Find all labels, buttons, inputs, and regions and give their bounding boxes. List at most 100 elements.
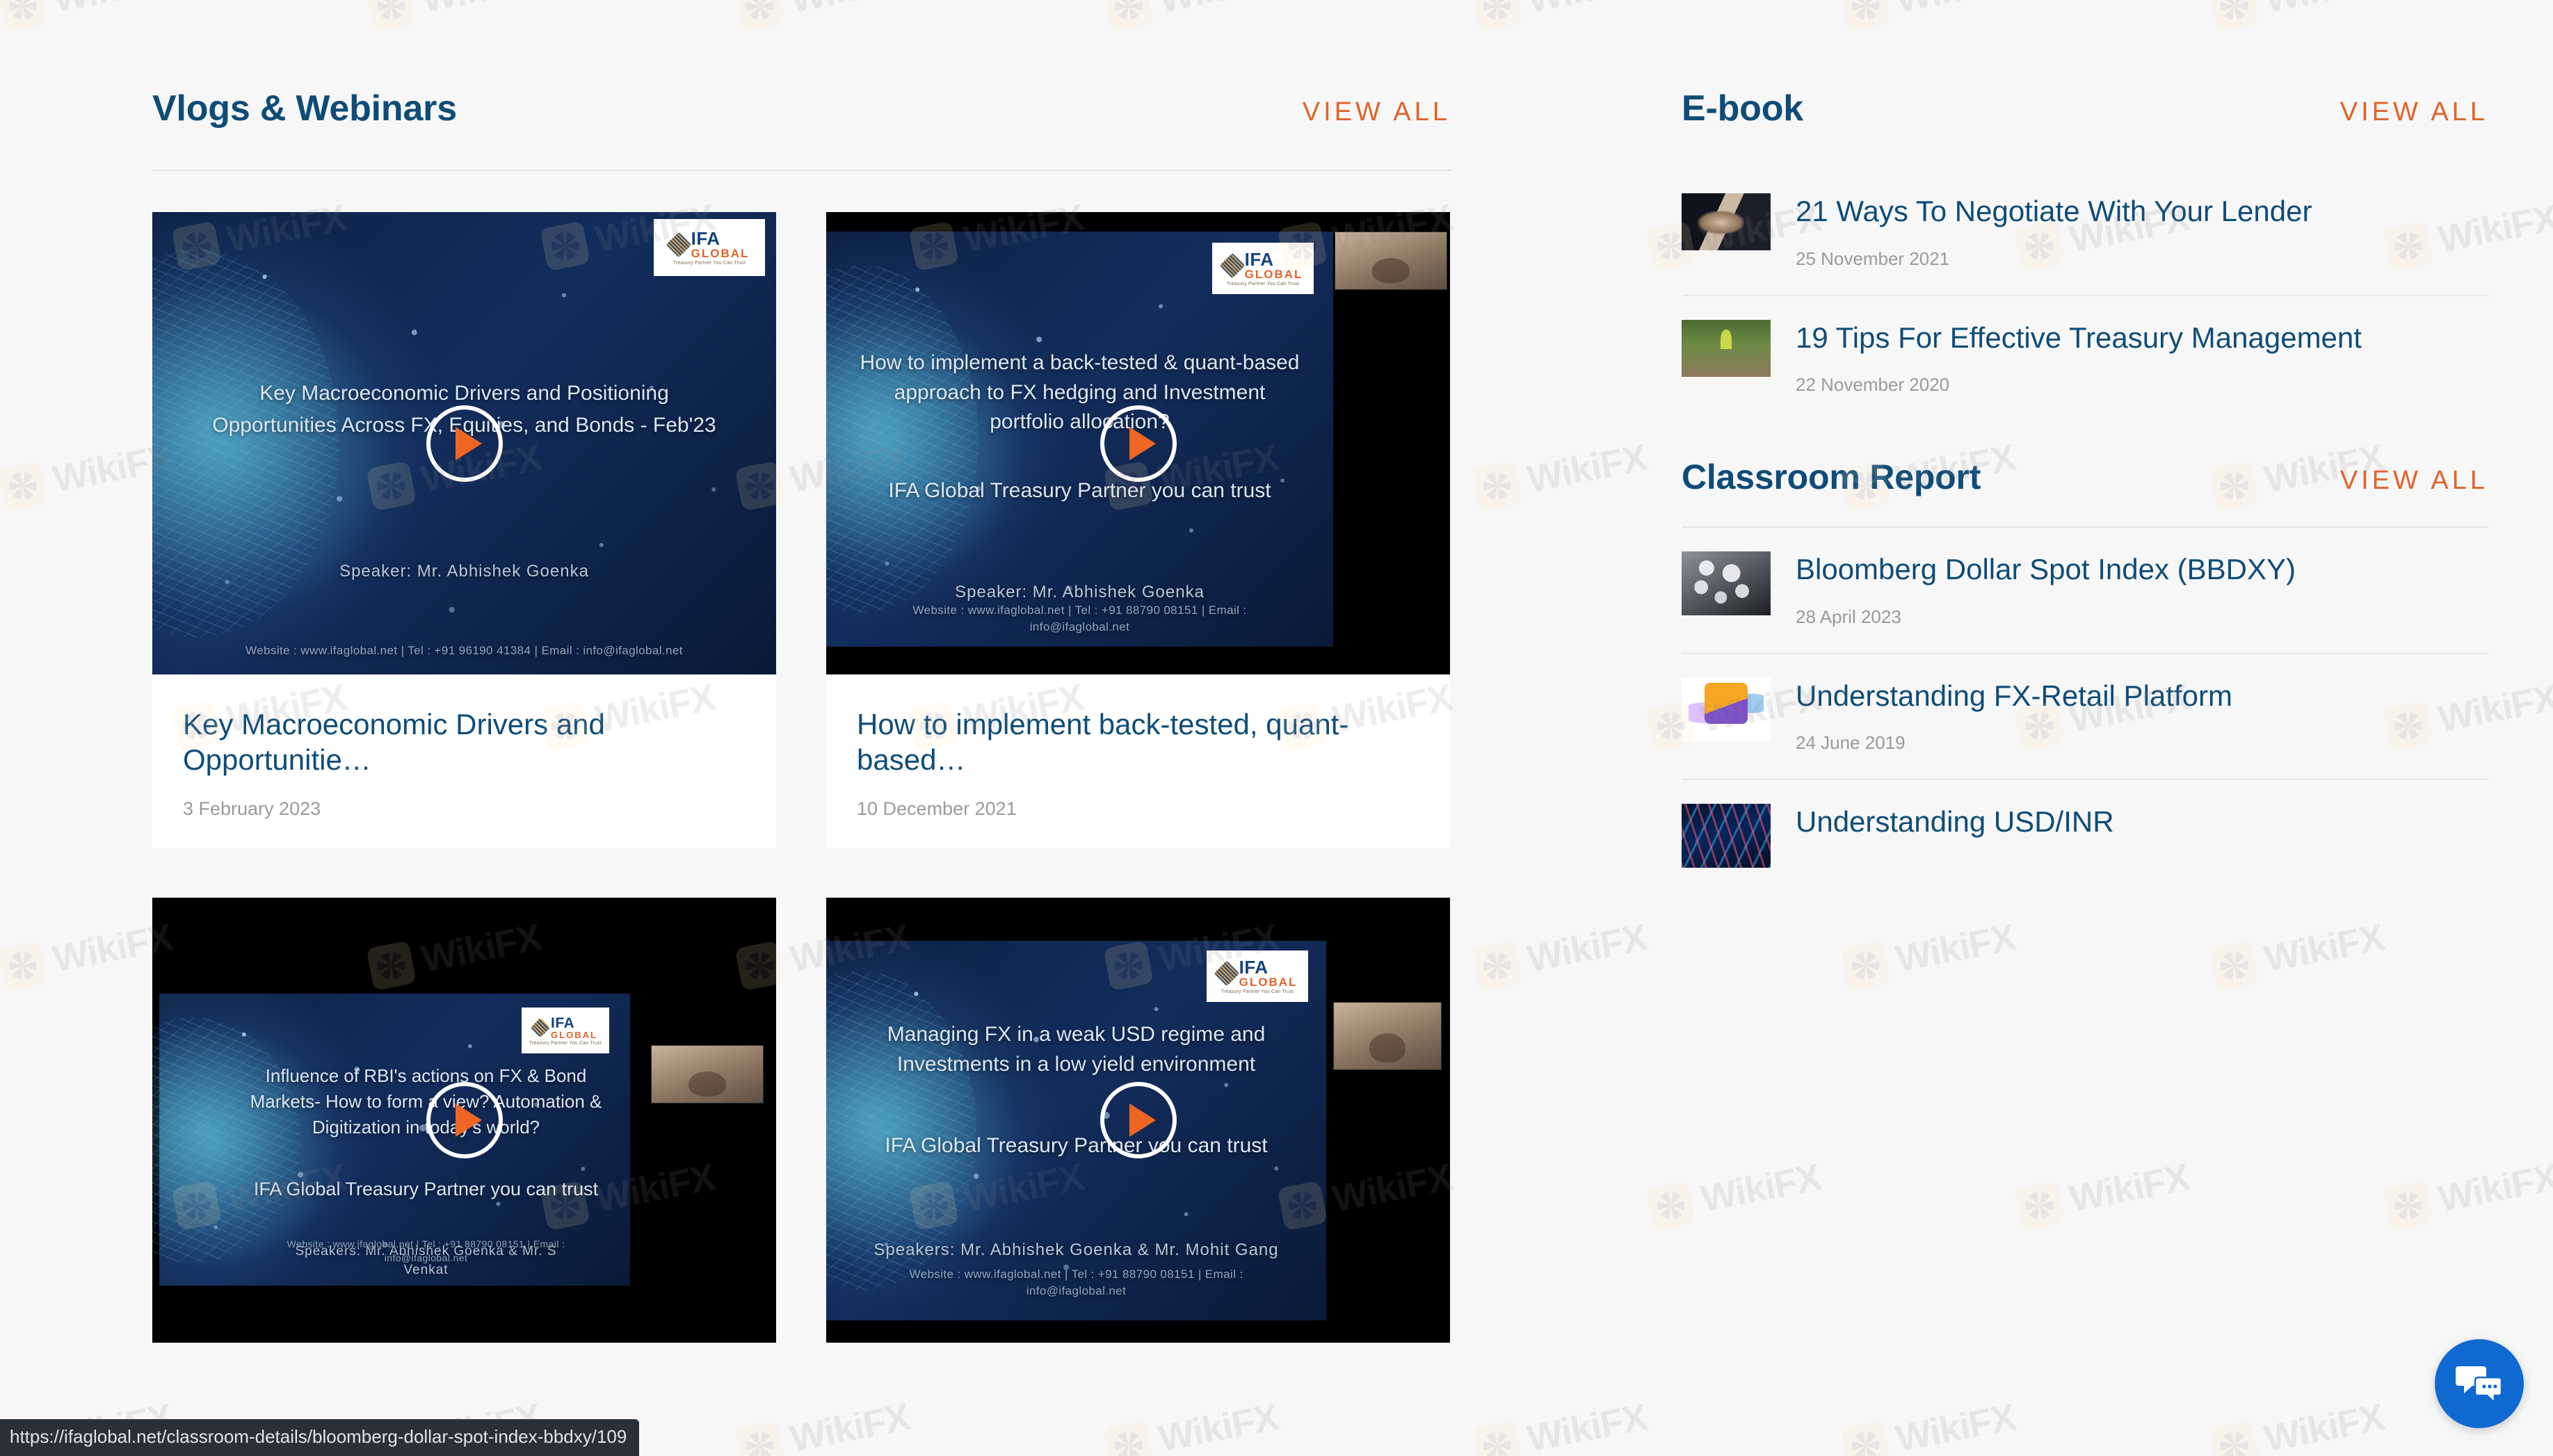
video-card[interactable]: IFA GLOBAL Treasury Partner You Can Trus…	[826, 898, 1450, 1343]
list-item-text: 19 Tips For Effective Treasury Managemen…	[1796, 320, 2488, 396]
list-item[interactable]: 19 Tips For Effective Treasury Managemen…	[1682, 296, 2488, 421]
wikifx-watermark: WikiFX	[2383, 1156, 2553, 1231]
ifa-logo-tagline: Treasury Partner You Can Trust	[1221, 989, 1294, 995]
classroom-title[interactable]: Understanding USD/INR	[1796, 804, 2488, 841]
ebook-section-title: E-book	[1682, 88, 1804, 129]
play-icon	[455, 426, 482, 460]
webcam-overlay	[651, 1045, 764, 1104]
webcam-overlay	[1333, 1002, 1442, 1071]
classroom-title[interactable]: Understanding FX-Retail Platform	[1796, 678, 2488, 715]
ifa-logo-tagline: Treasury Partner You Can Trust	[673, 261, 746, 266]
classroom-section-title: Classroom Report	[1682, 458, 1981, 496]
ebook-title[interactable]: 19 Tips For Effective Treasury Managemen…	[1796, 320, 2488, 357]
ifa-diamond-icon	[1219, 252, 1245, 278]
vlogs-section-header: Vlogs & Webinars VIEW ALL	[152, 88, 1451, 129]
play-button[interactable]	[426, 405, 503, 482]
ifa-global-logo: IFA GLOBAL Treasury Partner You Can Trus…	[1207, 951, 1308, 1003]
list-item-text: Understanding USD/INR	[1796, 804, 2488, 859]
wikifx-logo-icon	[1840, 940, 1892, 992]
classroom-date: 28 April 2023	[1796, 606, 1901, 627]
wikifx-logo-icon	[734, 1420, 786, 1456]
ifa-logo-global-text: GLOBAL	[691, 247, 750, 260]
list-item[interactable]: Understanding FX-Retail Platform 24 June…	[1682, 654, 2488, 779]
video-thumbnail[interactable]: IFA GLOBAL Treasury Partner You Can Trus…	[826, 898, 1450, 1343]
chat-bubbles-icon	[2456, 1366, 2503, 1405]
wikifx-logo-icon	[2383, 1180, 2434, 1231]
ifa-logo-global-text: GLOBAL	[551, 1029, 597, 1040]
list-item[interactable]: Understanding USD/INR	[1682, 780, 2488, 893]
wikifx-watermark-text: WikiFX	[1892, 916, 2019, 980]
classroom-section-header: Classroom Report VIEW ALL	[1682, 457, 2488, 497]
list-item-text: Bloomberg Dollar Spot Index (BBDXY) 28 A…	[1796, 551, 2488, 628]
wikifx-watermark-text: WikiFX	[787, 1396, 913, 1456]
wikifx-watermark-text: WikiFX	[1524, 1396, 1650, 1456]
wikifx-watermark: WikiFX	[0, 916, 176, 992]
video-card[interactable]: IFA GLOBAL Treasury Partner You Can Trus…	[152, 898, 776, 1343]
video-card[interactable]: IFA GLOBAL Treasury Partner You Can Trus…	[826, 212, 1450, 848]
wikifx-watermark-text: WikiFX	[1524, 436, 1650, 501]
classroom-title[interactable]: Bloomberg Dollar Spot Index (BBDXY)	[1796, 551, 2488, 588]
video-thumbnail[interactable]: IFA GLOBAL Treasury Partner You Can Trus…	[152, 212, 776, 674]
browser-status-bar-url: https://ifaglobal.net/classroom-details/…	[0, 1419, 640, 1456]
wikifx-watermark-text: WikiFX	[2261, 916, 2387, 980]
wikifx-watermark: WikiFX	[1472, 0, 1650, 32]
slide-headline: Key Macroeconomic Drivers and Positionin…	[259, 382, 669, 405]
ifa-logo-text: IFA	[1239, 957, 1269, 978]
vlogs-section-title: Vlogs & Webinars	[152, 88, 457, 129]
ebook-date: 25 November 2021	[1796, 248, 1950, 269]
ebook-thumbnail-handshake-image	[1682, 193, 1771, 250]
play-button[interactable]	[1100, 405, 1177, 482]
wikifx-watermark: WikiFX	[1840, 916, 2019, 992]
slide-speaker: Speaker: Mr. Abhishek Goenka	[955, 583, 1205, 601]
classroom-view-all-link[interactable]: VIEW ALL	[2340, 466, 2488, 496]
classroom-thumbnail-usd-inr-image	[1682, 804, 1771, 868]
ebook-title[interactable]: 21 Ways To Negotiate With Your Lender	[1796, 193, 2488, 230]
video-date: 3 February 2023	[183, 798, 321, 820]
video-thumbnail[interactable]: IFA GLOBAL Treasury Partner You Can Trus…	[152, 898, 776, 1343]
ifa-logo-text: IFA	[691, 228, 720, 249]
wikifx-watermark: WikiFX	[0, 0, 176, 32]
wikifx-watermark: WikiFX	[2014, 1156, 2193, 1231]
play-button[interactable]	[1100, 1082, 1177, 1159]
vlogs-webinars-column: Vlogs & Webinars VIEW ALL IFA GLOBAL Tre…	[152, 0, 1451, 1343]
ebook-thumbnail-plant-image	[1682, 319, 1771, 377]
wikifx-logo-icon	[1645, 1180, 1697, 1231]
wikifx-watermark: WikiFX	[1645, 1156, 1824, 1231]
wikifx-watermark-text: WikiFX	[1524, 916, 1650, 980]
wikifx-logo-icon	[2209, 1420, 2260, 1456]
video-card[interactable]: IFA GLOBAL Treasury Partner You Can Trus…	[152, 212, 776, 848]
wikifx-logo-icon	[2014, 1180, 2065, 1231]
wikifx-logo-icon	[1840, 1420, 1892, 1456]
wikifx-watermark-text: WikiFX	[1698, 1156, 1824, 1220]
ebook-view-all-link[interactable]: VIEW ALL	[2340, 97, 2488, 127]
slide-headline: Managing FX in a weak USD regime and Inv…	[887, 1023, 1266, 1076]
video-title[interactable]: Key Macroeconomic Drivers and Opportunit…	[183, 706, 746, 777]
ifa-diamond-icon	[1214, 960, 1239, 987]
play-icon	[1129, 1103, 1156, 1138]
ifa-diamond-icon	[530, 1017, 551, 1038]
slide-headline: Influence of RBI's actions on FX & Bond …	[250, 1065, 602, 1138]
video-title[interactable]: How to implement back-tested, quant-base…	[857, 706, 1419, 777]
play-icon	[1129, 426, 1156, 460]
wikifx-watermark-text: WikiFX	[2261, 1396, 2387, 1456]
video-thumbnail[interactable]: IFA GLOBAL Treasury Partner You Can Trus…	[826, 212, 1450, 674]
list-item-text: 21 Ways To Negotiate With Your Lender 25…	[1796, 193, 2488, 270]
list-item[interactable]: Bloomberg Dollar Spot Index (BBDXY) 28 A…	[1682, 528, 2488, 653]
wikifx-logo-icon	[0, 0, 49, 32]
vlogs-header-divider	[152, 170, 1451, 171]
wikifx-watermark: WikiFX	[2209, 916, 2387, 992]
wikifx-watermark-text: WikiFX	[1892, 1396, 2019, 1456]
vlogs-view-all-link[interactable]: VIEW ALL	[1303, 97, 1451, 127]
classroom-thumbnail-fx-retail-image	[1682, 677, 1771, 742]
ifa-logo-text: IFA	[551, 1014, 575, 1031]
list-item[interactable]: 21 Ways To Negotiate With Your Lender 25…	[1682, 170, 2488, 295]
ifa-logo-tagline: Treasury Partner You Can Trust	[1226, 282, 1300, 286]
play-button[interactable]	[426, 1082, 503, 1159]
ifa-logo-text: IFA	[1244, 249, 1274, 270]
vlogs-grid-row-1: IFA GLOBAL Treasury Partner You Can Trus…	[152, 212, 1451, 848]
wikifx-watermark: WikiFX	[734, 1396, 913, 1456]
wikifx-watermark: WikiFX	[1472, 1396, 1650, 1456]
wikifx-watermark-text: WikiFX	[1524, 0, 1650, 22]
video-date: 10 December 2021	[857, 798, 1017, 820]
chat-widget-button[interactable]	[2435, 1339, 2524, 1428]
